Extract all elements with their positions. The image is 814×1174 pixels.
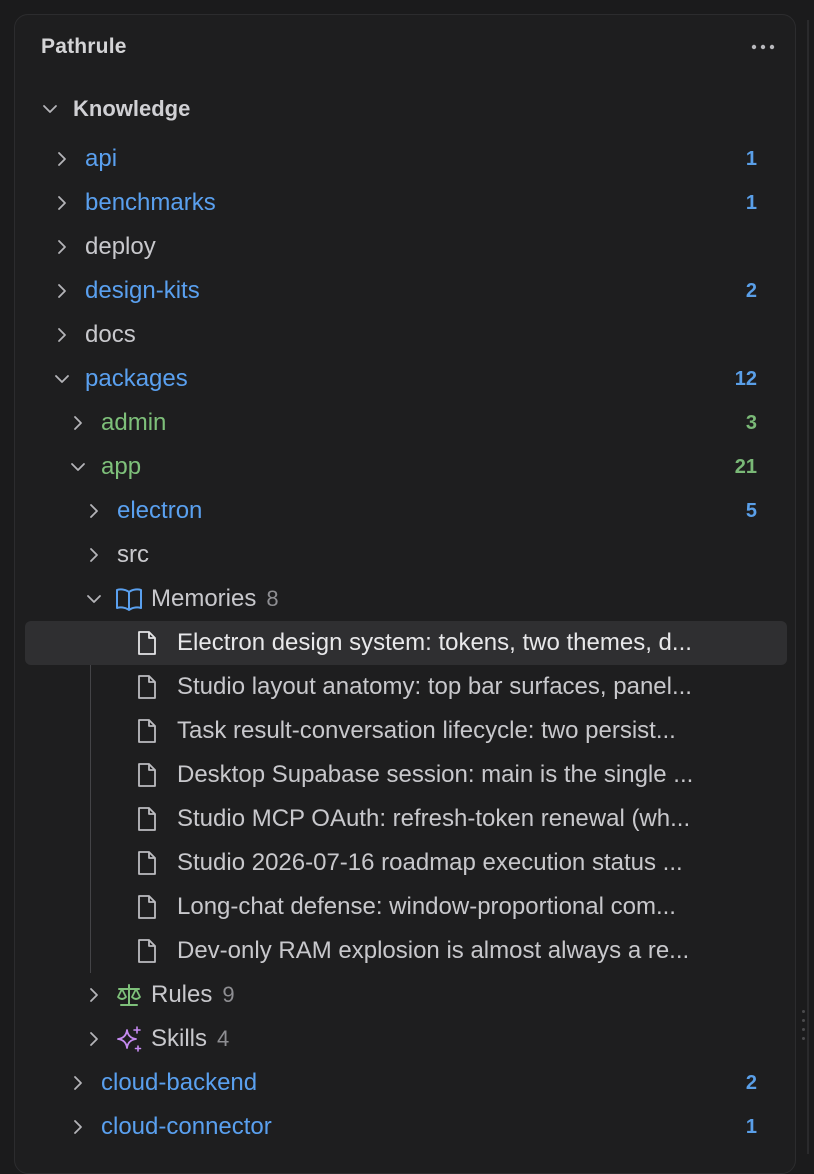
- tree-item-label: benchmarks: [85, 189, 216, 216]
- memory-file-label: Desktop Supabase session: main is the si…: [177, 761, 694, 788]
- chevron-right-icon: [74, 1120, 82, 1134]
- tree-item-label: Knowledge: [73, 96, 191, 121]
- memory-file-item[interactable]: Electron design system: tokens, two them…: [25, 621, 787, 665]
- memory-file-item[interactable]: Task result-conversation lifecycle: two …: [25, 709, 787, 753]
- tree-item-src[interactable]: src: [25, 533, 787, 577]
- tree-item-memories[interactable]: Memories 8: [25, 577, 787, 621]
- chevron-right-icon: [58, 152, 66, 166]
- tree-item-deploy[interactable]: deploy: [25, 225, 787, 269]
- memory-file-item[interactable]: Long-chat defense: window-proportional c…: [25, 885, 787, 929]
- tree-item-label: Skills: [151, 1025, 208, 1052]
- scales-icon: [115, 981, 143, 1009]
- chevron-down-icon: [55, 375, 69, 383]
- panel-title: Pathrule: [41, 35, 127, 58]
- memory-file-item[interactable]: Dev-only RAM explosion is almost always …: [25, 929, 787, 973]
- chevron-right-icon: [74, 416, 82, 430]
- item-count-badge: 2: [745, 1072, 757, 1094]
- chevron-right-icon: [58, 284, 66, 298]
- tree-item-admin[interactable]: admin 3: [25, 401, 787, 445]
- item-count-badge: 1: [745, 1116, 757, 1138]
- chevron-down-icon: [71, 463, 85, 471]
- tree-item-label: design-kits: [85, 277, 200, 304]
- memory-file-label: Electron design system: tokens, two them…: [177, 629, 692, 656]
- chevron-right-icon: [90, 504, 98, 518]
- tree-item-cloud-connector[interactable]: cloud-connector 1: [25, 1105, 787, 1149]
- memory-file-label: Studio MCP OAuth: refresh-token renewal …: [177, 805, 691, 832]
- chevron-right-icon: [90, 1032, 98, 1046]
- tree-item-label: packages: [85, 365, 188, 392]
- item-count-badge: 8: [266, 586, 279, 611]
- memory-file-item[interactable]: Studio 2026-07-16 roadmap execution stat…: [25, 841, 787, 885]
- file-icon: [133, 849, 161, 877]
- tree-item-knowledge[interactable]: Knowledge: [25, 87, 787, 131]
- memory-file-label: Long-chat defense: window-proportional c…: [177, 893, 676, 920]
- memory-file-label: Dev-only RAM explosion is almost always …: [177, 937, 690, 964]
- sparkles-icon: [115, 1025, 143, 1053]
- chevron-right-icon: [90, 988, 98, 1002]
- file-icon: [133, 937, 161, 965]
- chevron-right-icon: [90, 548, 98, 562]
- memory-file-item[interactable]: Desktop Supabase session: main is the si…: [25, 753, 787, 797]
- tree-item-label: docs: [85, 321, 136, 348]
- tree-item-label: src: [117, 541, 149, 568]
- tree-item-label: deploy: [85, 233, 156, 260]
- resize-handle[interactable]: [801, 1010, 805, 1040]
- item-count-badge: 1: [745, 148, 757, 170]
- item-count-badge: 3: [745, 412, 757, 434]
- tree-item-packages[interactable]: packages 12: [25, 357, 787, 401]
- file-icon: [133, 717, 161, 745]
- memory-file-label: Studio 2026-07-16 roadmap execution stat…: [177, 849, 683, 876]
- chevron-right-icon: [58, 240, 66, 254]
- tree-item-label: cloud-connector: [101, 1113, 272, 1140]
- item-count-badge: 9: [222, 982, 235, 1007]
- chevron-right-icon: [58, 196, 66, 210]
- memory-file-label: Task result-conversation lifecycle: two …: [177, 717, 676, 744]
- tree-item-label: api: [85, 145, 118, 172]
- memory-file-label: Studio layout anatomy: top bar surfaces,…: [177, 673, 692, 700]
- panel-divider: [807, 20, 809, 1154]
- chevron-down-icon: [87, 595, 101, 603]
- more-horizontal-icon: [751, 44, 775, 50]
- chevron-right-icon: [58, 328, 66, 342]
- more-options-button[interactable]: [749, 37, 777, 57]
- item-count-badge: 5: [745, 500, 757, 522]
- item-count-badge: 4: [217, 1026, 230, 1051]
- tree-item-label: app: [101, 453, 142, 480]
- chevron-right-icon: [74, 1076, 82, 1090]
- chevron-down-icon: [43, 105, 57, 113]
- pathrule-panel: Pathrule Knowledge api 1 benchmarks 1 de…: [14, 14, 796, 1174]
- tree-item-label: admin: [101, 409, 167, 436]
- item-count-badge: 1: [745, 192, 757, 214]
- file-icon: [133, 673, 161, 701]
- file-icon: [133, 761, 161, 789]
- tree-item-cloud-backend[interactable]: cloud-backend 2: [25, 1061, 787, 1105]
- skills-label-wrap: Skills 4: [151, 1017, 229, 1061]
- tree-item-app[interactable]: app 21: [25, 445, 787, 489]
- file-icon: [133, 893, 161, 921]
- memory-file-item[interactable]: Studio MCP OAuth: refresh-token renewal …: [25, 797, 787, 841]
- tree-item-rules[interactable]: Rules 9: [25, 973, 787, 1017]
- tree-item-label: electron: [117, 497, 203, 524]
- item-count-badge: 12: [734, 368, 757, 390]
- item-count-badge: 2: [745, 280, 757, 302]
- item-count-badge: 21: [734, 456, 757, 478]
- memories-label-wrap: Memories 8: [151, 577, 279, 621]
- tree-item-api[interactable]: api 1: [25, 137, 787, 181]
- file-icon: [133, 805, 161, 833]
- file-icon: [133, 629, 161, 657]
- tree-item-docs[interactable]: docs: [25, 313, 787, 357]
- tree-item-label: Memories: [151, 585, 257, 612]
- tree-item-label: Rules: [151, 981, 213, 1008]
- tree-item-design-kits[interactable]: design-kits 2: [25, 269, 787, 313]
- tree-item-label: cloud-backend: [101, 1069, 258, 1096]
- rules-label-wrap: Rules 9: [151, 973, 235, 1017]
- tree-item-skills[interactable]: Skills 4: [25, 1017, 787, 1061]
- memory-file-item[interactable]: Studio layout anatomy: top bar surfaces,…: [25, 665, 787, 709]
- book-icon: [115, 585, 143, 613]
- tree-item-electron[interactable]: electron 5: [25, 489, 787, 533]
- tree-item-benchmarks[interactable]: benchmarks 1: [25, 181, 787, 225]
